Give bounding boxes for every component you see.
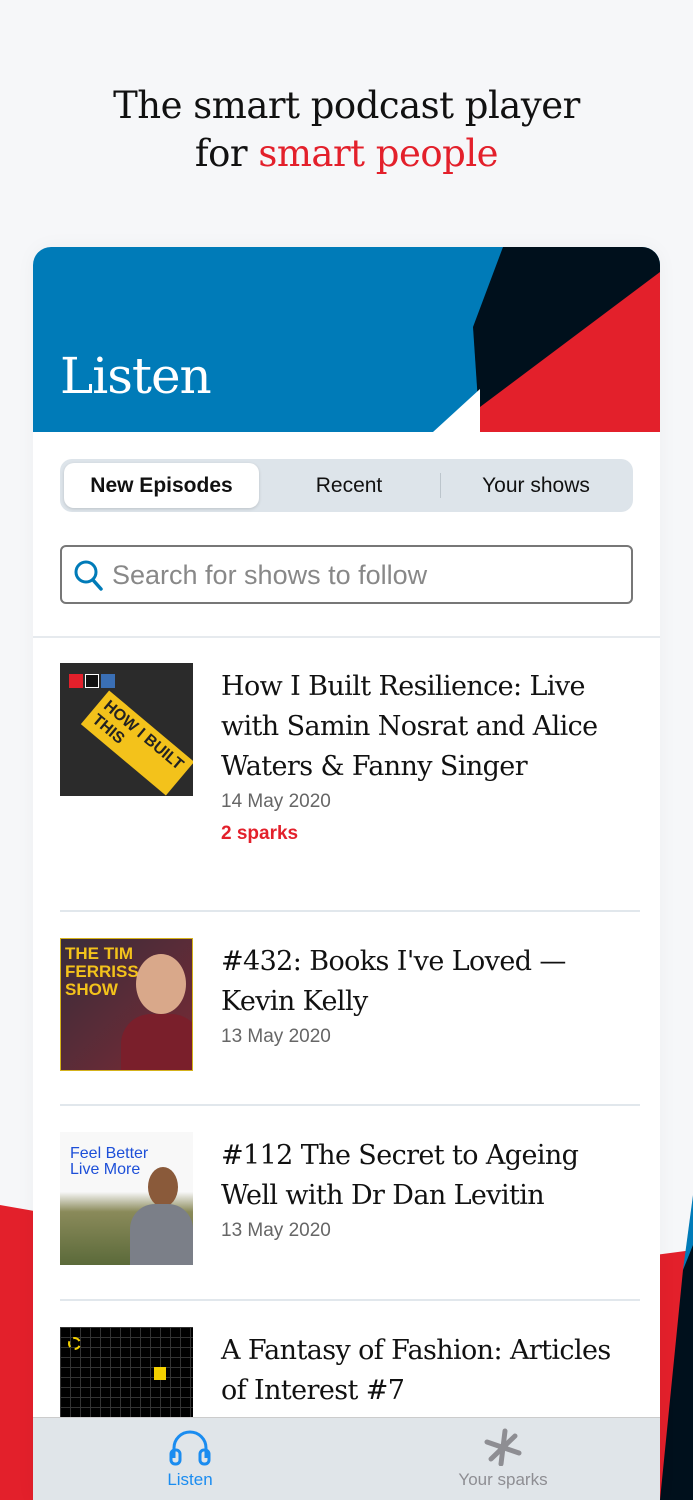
tab-new-episodes[interactable]: New Episodes [64,463,259,508]
divider [60,1299,640,1301]
episode-title: A Fantasy of Fashion: Articles of Intere… [221,1335,611,1406]
artwork-text: HOW I BUILT THIS [80,690,193,796]
hero-line-2: for [194,132,259,175]
page-title: Listen [60,347,212,405]
bottom-tab-bar: Listen Your sparks [33,1417,660,1500]
npr-logo [69,674,115,688]
segmented-control: New Episodes Recent Your shows [60,459,633,512]
app-card: Listen New Episodes Recent Your shows Se… [33,247,660,1500]
tab-your-shows[interactable]: Your shows [441,463,631,508]
episode-date: 13 May 2020 [221,1220,331,1241]
divider [33,636,660,638]
episode-artwork: THE TIM FERRISS SHOW [60,938,193,1071]
artwork-text: Feel Better Live More [70,1145,149,1178]
decorative-shape-right [655,1195,693,1500]
episode-date: 14 May 2020 [221,791,331,812]
episode-date: 13 May 2020 [221,1026,331,1047]
tabbar-your-sparks[interactable]: Your sparks [423,1428,583,1490]
tab-recent[interactable]: Recent [259,463,439,508]
search-placeholder: Search for shows to follow [112,560,428,590]
divider [60,910,640,912]
episode-title: #112 The Secret to Ageing Well with Dr D… [221,1140,579,1211]
divider [60,1104,640,1106]
listen-header: Listen [33,247,660,432]
episode-artwork: HOW I BUILT THIS [60,663,193,796]
artwork-text: THE TIM FERRISS SHOW [65,944,139,999]
hero-highlight: smart people [258,132,499,175]
episode-sparks: 2 sparks [221,823,299,844]
episode-title: How I Built Resilience: Live with Samin … [221,671,598,782]
episode-title: #432: Books I've Loved — Kevin Kelly [221,946,566,1017]
search-icon [74,560,103,591]
spark-icon [484,1428,522,1466]
hero-line-1: The smart podcast player [113,84,580,127]
search-input[interactable]: Search for shows to follow [60,545,633,604]
tabbar-listen[interactable]: Listen [110,1428,270,1490]
tabbar-sparks-label: Your sparks [458,1470,548,1489]
episode-artwork: Feel Better Live More [60,1132,193,1265]
tabbar-listen-label: Listen [167,1470,213,1489]
hero-tagline: The smart podcast player for smart peopl… [0,82,693,178]
headphones-icon [169,1430,211,1466]
